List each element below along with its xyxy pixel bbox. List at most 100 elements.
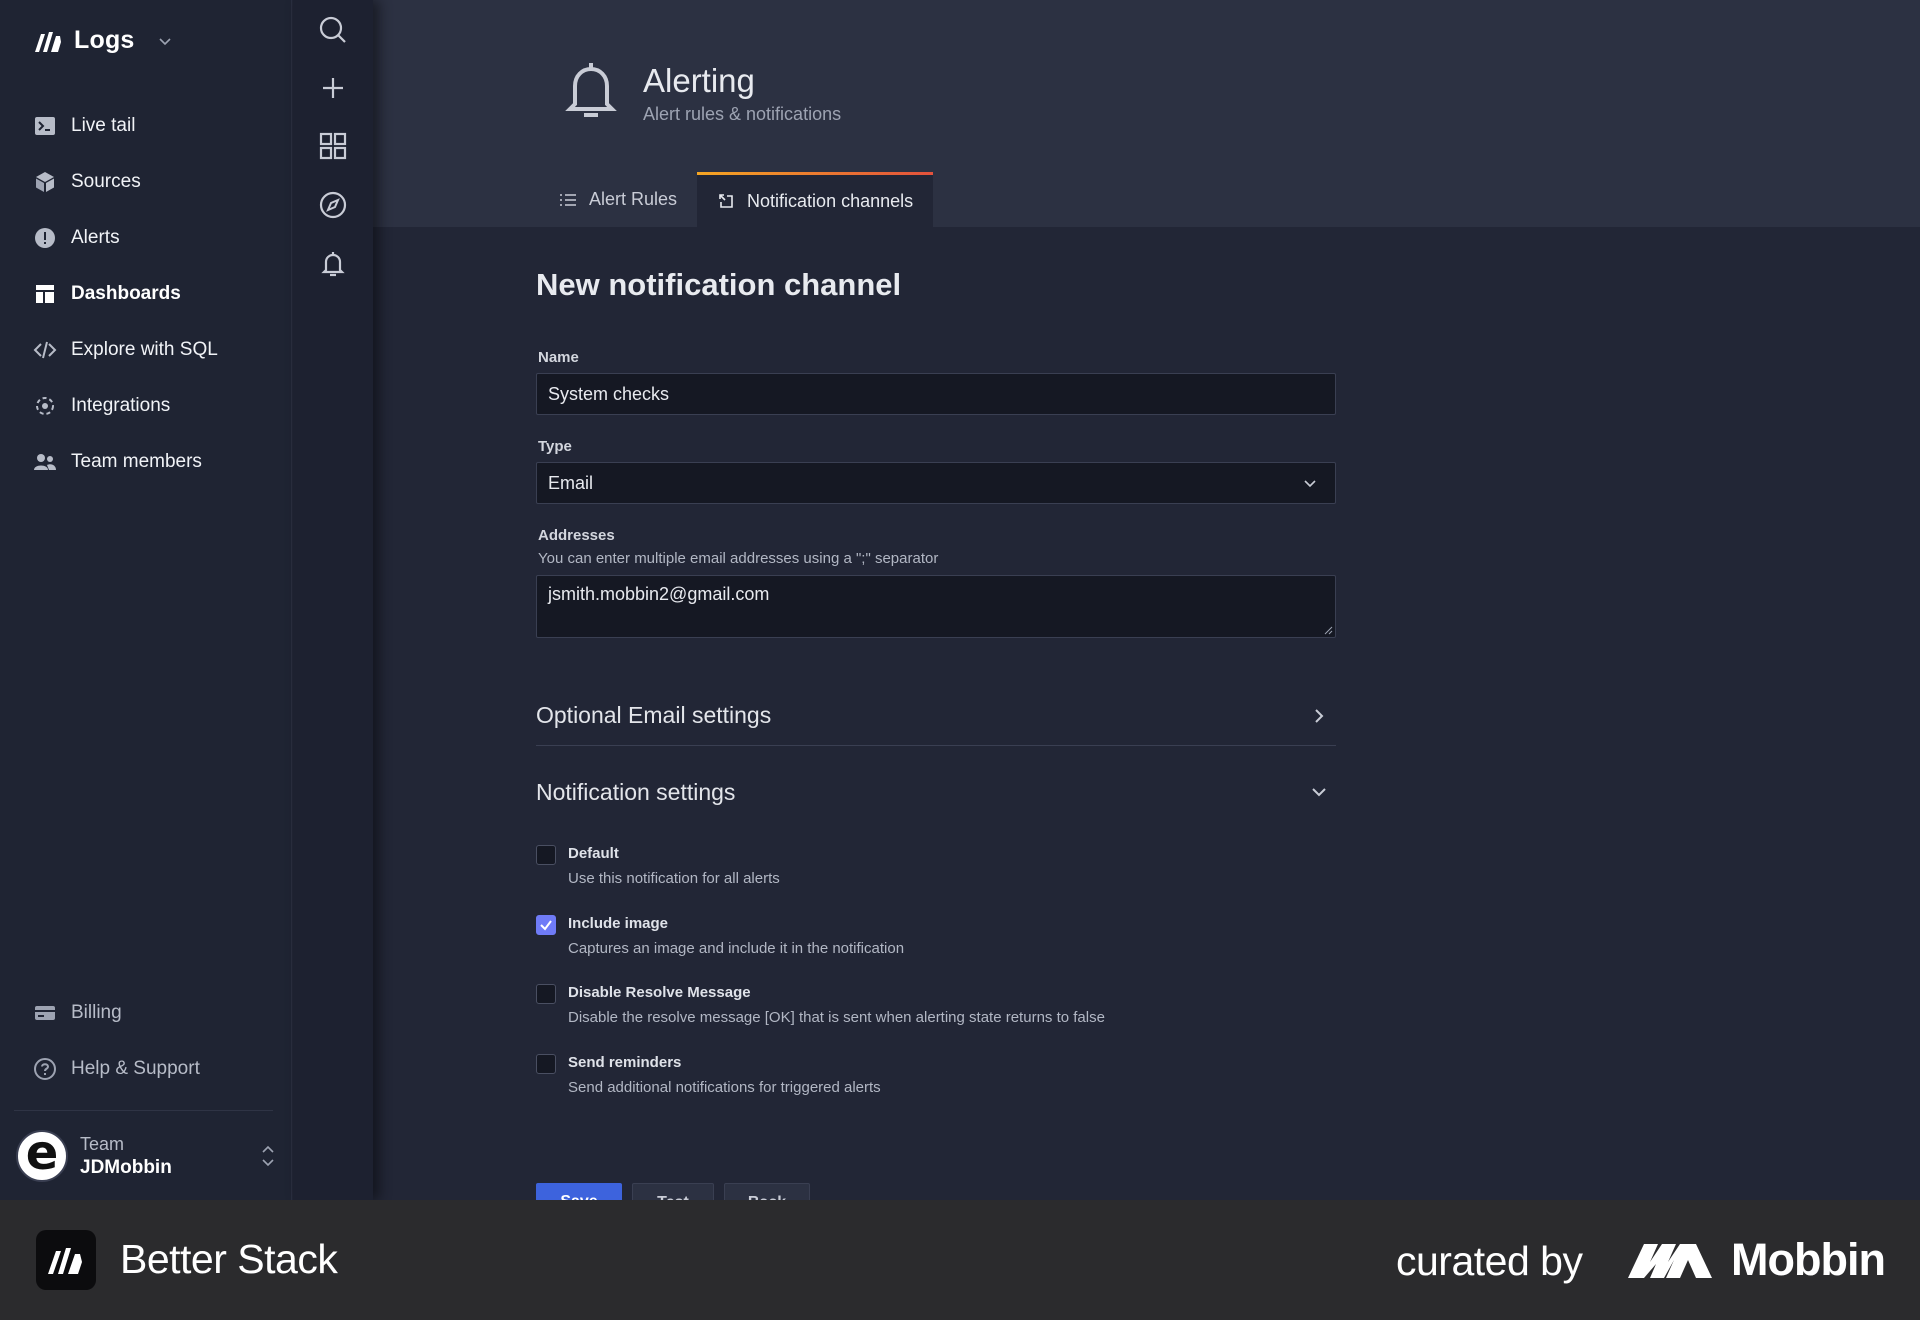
avatar-letter: e bbox=[25, 1130, 59, 1181]
sidebar-item-live-tail[interactable]: Live tail bbox=[0, 98, 292, 154]
save-button[interactable]: Save bbox=[536, 1183, 622, 1200]
optional-email-settings-toggle[interactable]: Optional Email settings bbox=[536, 686, 1336, 746]
sidebar: Logs Live tail Sources Alerts Dashboards bbox=[0, 0, 292, 1200]
explore-button[interactable] bbox=[313, 185, 353, 225]
option-title: Disable Resolve Message bbox=[568, 984, 751, 1001]
app-window: Logs Live tail Sources Alerts Dashboards bbox=[0, 0, 1920, 1200]
better-stack-logo-icon bbox=[35, 31, 61, 52]
app-icon bbox=[36, 1230, 96, 1290]
chevron-up-down-icon bbox=[262, 1145, 274, 1167]
collapse-title: Optional Email settings bbox=[536, 702, 772, 728]
option-description: Use this notification for all alerts bbox=[568, 870, 780, 887]
plus-icon bbox=[323, 78, 343, 98]
sidebar-item-team-members[interactable]: Team members bbox=[0, 434, 292, 490]
addresses-hint: You can enter multiple email addresses u… bbox=[538, 550, 939, 567]
grid-icon bbox=[319, 132, 347, 160]
sidebar-item-label: Help & Support bbox=[71, 1058, 200, 1079]
disable-resolve-checkbox[interactable] bbox=[536, 984, 556, 1004]
bell-icon bbox=[565, 63, 617, 117]
option-title: Send reminders bbox=[568, 1054, 682, 1071]
code-icon bbox=[33, 341, 57, 359]
sidebar-item-help[interactable]: Help & Support bbox=[0, 1041, 292, 1097]
page-header: Alerting Alert rules & notifications Ale… bbox=[373, 0, 1920, 227]
tab-label: Notification channels bbox=[747, 190, 914, 211]
page-title: Alerting bbox=[643, 62, 755, 99]
better-stack-logo-icon bbox=[48, 1248, 82, 1274]
option-title: Default bbox=[568, 845, 619, 862]
sidebar-item-alerts[interactable]: Alerts bbox=[0, 210, 292, 266]
search-button[interactable] bbox=[313, 10, 353, 50]
bell-icon bbox=[321, 252, 345, 277]
sidebar-item-label: Explore with SQL bbox=[71, 339, 218, 360]
terminal-icon bbox=[35, 117, 55, 135]
alerting-button[interactable] bbox=[313, 244, 353, 284]
chevron-down-icon bbox=[1312, 788, 1326, 797]
sidebar-item-integrations[interactable]: Integrations bbox=[0, 378, 292, 434]
tab-label: Alert Rules bbox=[589, 189, 678, 209]
back-button[interactable]: Back bbox=[724, 1183, 810, 1200]
footer-app-name: Better Stack bbox=[120, 1236, 338, 1282]
sidebar-item-label: Alerts bbox=[71, 227, 120, 248]
include-image-checkbox[interactable] bbox=[536, 915, 556, 935]
team-info: Team JDMobbin bbox=[80, 1134, 172, 1179]
team-switcher[interactable]: e Team JDMobbin bbox=[16, 1128, 278, 1184]
share-icon bbox=[719, 194, 733, 208]
sidebar-item-explore-sql[interactable]: Explore with SQL bbox=[0, 322, 292, 378]
check-icon bbox=[540, 920, 552, 931]
addresses-value: jsmith.mobbin2@gmail.com bbox=[548, 584, 770, 604]
alert-circle-icon bbox=[35, 228, 55, 248]
sidebar-item-dashboards[interactable]: Dashboards bbox=[0, 266, 292, 322]
footer-brand: Mobbin bbox=[1731, 1234, 1886, 1285]
cube-icon bbox=[36, 172, 54, 192]
credit-card-icon bbox=[35, 1006, 55, 1020]
test-button[interactable]: Test bbox=[632, 1183, 714, 1200]
addresses-textarea[interactable]: jsmith.mobbin2@gmail.com bbox=[536, 575, 1336, 638]
sidebar-item-label: Billing bbox=[71, 1002, 122, 1023]
option-description: Disable the resolve message [OK] that is… bbox=[568, 1009, 1105, 1026]
name-input-value: System checks bbox=[548, 383, 670, 404]
addresses-label: Addresses bbox=[538, 527, 615, 544]
option-description: Send additional notifications for trigge… bbox=[568, 1079, 881, 1096]
tab-alert-rules[interactable]: Alert Rules bbox=[539, 172, 697, 227]
option-send-reminders: Send reminders Send additional notificat… bbox=[536, 1052, 1336, 1106]
avatar: e bbox=[16, 1130, 68, 1182]
compass-icon bbox=[319, 191, 347, 219]
help-circle-icon bbox=[34, 1058, 56, 1080]
send-reminders-checkbox[interactable] bbox=[536, 1054, 556, 1074]
list-icon bbox=[560, 193, 576, 206]
type-select-value: Email bbox=[548, 472, 594, 493]
option-include-image: Include image Captures an image and incl… bbox=[536, 913, 1336, 967]
team-name: JDMobbin bbox=[80, 1156, 172, 1178]
icon-rail bbox=[293, 0, 373, 1200]
app-name: Logs bbox=[74, 26, 135, 54]
sidebar-nav: Live tail Sources Alerts Dashboards Expl… bbox=[0, 98, 292, 490]
sidebar-item-label: Team members bbox=[71, 451, 202, 472]
tab-notification-channels[interactable]: Notification channels bbox=[697, 172, 934, 227]
sidebar-item-label: Sources bbox=[71, 171, 141, 192]
collapse-title: Notification settings bbox=[536, 778, 736, 805]
name-label: Name bbox=[538, 349, 579, 366]
resize-handle-icon[interactable] bbox=[1323, 625, 1333, 635]
default-checkbox[interactable] bbox=[536, 845, 556, 865]
option-title: Include image bbox=[568, 915, 669, 932]
team-label: Team bbox=[80, 1133, 125, 1154]
app-switcher[interactable]: Logs bbox=[34, 26, 173, 55]
chevron-right-icon bbox=[1315, 708, 1324, 723]
integrations-icon bbox=[36, 397, 54, 415]
name-input[interactable]: System checks bbox=[536, 373, 1336, 415]
sidebar-item-sources[interactable]: Sources bbox=[0, 154, 292, 210]
dashboards-button[interactable] bbox=[313, 126, 353, 166]
option-disable-resolve-message: Disable Resolve Message Disable the reso… bbox=[536, 982, 1336, 1036]
option-default: Default Use this notification for all al… bbox=[536, 843, 1336, 897]
sidebar-item-billing[interactable]: Billing bbox=[0, 985, 292, 1041]
type-select[interactable]: Email bbox=[536, 462, 1336, 504]
divider bbox=[14, 1110, 273, 1111]
curated-by-label: curated by bbox=[1396, 1238, 1583, 1284]
page-subtitle: Alert rules & notifications bbox=[643, 104, 842, 124]
sidebar-item-label: Dashboards bbox=[71, 283, 181, 304]
sidebar-item-label: Integrations bbox=[71, 395, 171, 416]
sidebar-bottom-nav: Billing Help & Support bbox=[0, 985, 292, 1097]
create-button[interactable] bbox=[313, 68, 353, 108]
notification-settings-toggle[interactable]: Notification settings bbox=[536, 762, 1336, 822]
sidebar-item-label: Live tail bbox=[71, 115, 136, 136]
